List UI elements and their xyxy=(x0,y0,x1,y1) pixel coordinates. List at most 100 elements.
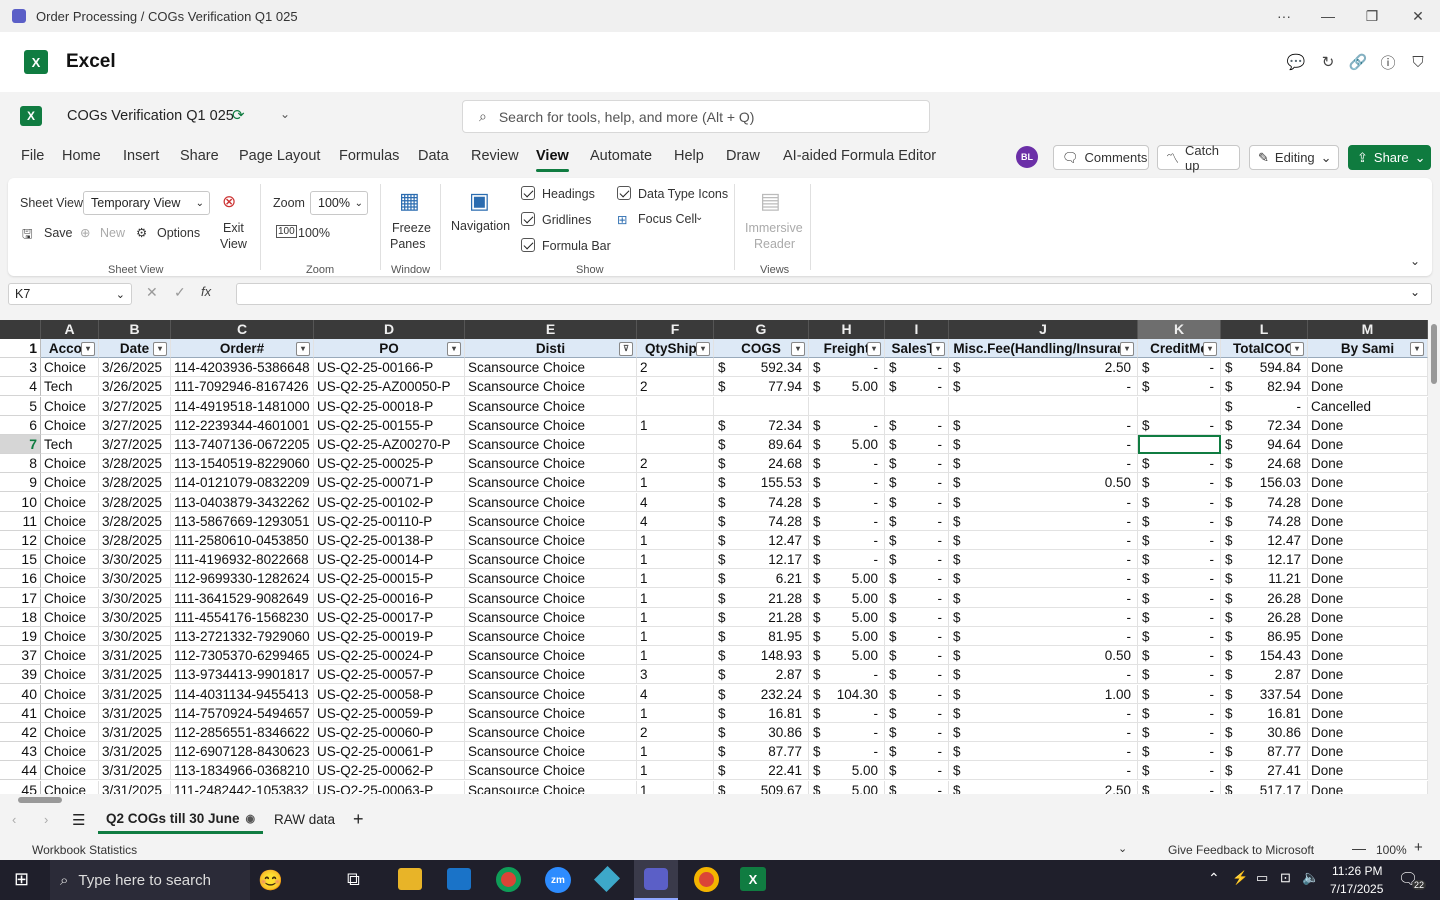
table-cell[interactable]: $ - xyxy=(949,665,1138,685)
tab-review[interactable]: Review xyxy=(471,148,519,164)
table-cell[interactable]: 3 xyxy=(637,665,714,685)
table-cell[interactable]: Done xyxy=(1308,492,1428,512)
table-cell[interactable]: $5.00 xyxy=(809,377,885,397)
row-header[interactable]: 16 xyxy=(0,569,41,589)
table-cell[interactable]: US-Q2-25-00024-P xyxy=(314,646,465,666)
table-cell[interactable]: 111-3641529-9082649 xyxy=(171,588,314,608)
table-cell[interactable]: 112-7305370-6299465 xyxy=(171,646,314,666)
table-cell[interactable]: $89.64 xyxy=(714,435,809,454)
column-title-e[interactable]: Disti ⊽ xyxy=(465,339,637,358)
table-cell[interactable]: $ - xyxy=(885,531,949,550)
clock-time[interactable]: 11:26 PM xyxy=(1332,864,1382,878)
table-cell[interactable]: 1 xyxy=(637,415,714,435)
table-cell[interactable]: 112-9699330-1282624 xyxy=(171,569,314,589)
table-cell[interactable]: $26.28 xyxy=(1221,588,1308,608)
table-cell[interactable]: Done xyxy=(1308,473,1428,493)
table-cell[interactable]: $ - xyxy=(1138,531,1221,550)
column-title-b[interactable]: Date ▾ xyxy=(99,339,171,358)
table-cell[interactable]: Scansource Choice xyxy=(465,435,637,454)
freeze-panes-button-line2[interactable]: Panes xyxy=(390,237,425,251)
table-cell[interactable]: 113-5867669-1293051 xyxy=(171,511,314,531)
table-cell[interactable]: 112-6907128-8430623 xyxy=(171,742,314,762)
table-cell[interactable]: $ - xyxy=(949,492,1138,512)
table-cell[interactable]: $72.34 xyxy=(1221,415,1308,435)
filter-dropdown-icon[interactable]: ▾ xyxy=(153,342,167,356)
table-cell[interactable]: Done xyxy=(1308,627,1428,646)
table-cell[interactable]: $ - xyxy=(809,531,885,550)
filter-dropdown-icon[interactable]: ▾ xyxy=(1290,342,1304,356)
table-cell[interactable]: 1 xyxy=(637,550,714,570)
table-cell[interactable]: $ - xyxy=(1138,454,1221,474)
table-cell[interactable]: US-Q2-25-00015-P xyxy=(314,569,465,589)
table-cell[interactable]: $ - xyxy=(1138,703,1221,723)
table-cell[interactable]: Done xyxy=(1308,588,1428,608)
table-cell[interactable]: Done xyxy=(1308,511,1428,531)
table-cell[interactable]: $30.86 xyxy=(1221,723,1308,742)
table-cell[interactable]: $5.00 xyxy=(809,780,885,794)
zoom-app-icon[interactable]: zm xyxy=(545,867,571,893)
table-cell[interactable]: $155.53 xyxy=(714,473,809,493)
table-cell[interactable]: $5.00 xyxy=(809,569,885,589)
table-cell[interactable]: $ - xyxy=(949,703,1138,723)
table-cell[interactable]: 3/31/2025 xyxy=(99,761,171,781)
chrome-icon[interactable] xyxy=(496,867,521,892)
table-cell[interactable]: Scansource Choice xyxy=(465,531,637,550)
table-cell[interactable]: 3/30/2025 xyxy=(99,569,171,589)
editing-button[interactable]: ✎ Editing ⌄ xyxy=(1249,145,1339,170)
table-cell[interactable]: Done xyxy=(1308,454,1428,474)
table-cell[interactable] xyxy=(637,435,714,454)
table-cell[interactable]: 2 xyxy=(637,723,714,742)
sheet-tab-q2-cogs[interactable]: Q2 COGs till 30 June ◉ xyxy=(98,806,264,834)
table-cell[interactable]: 3/30/2025 xyxy=(99,550,171,570)
column-header-c[interactable]: C xyxy=(171,320,314,339)
table-cell[interactable]: 1 xyxy=(637,473,714,493)
table-cell[interactable]: $87.77 xyxy=(714,742,809,762)
table-cell[interactable] xyxy=(637,396,714,416)
minimize-icon[interactable]: — xyxy=(1306,0,1350,32)
table-cell[interactable]: Choice xyxy=(41,511,99,531)
restore-icon[interactable]: ❐ xyxy=(1350,0,1394,32)
table-cell[interactable]: Done xyxy=(1308,684,1428,704)
table-cell[interactable]: $2.50 xyxy=(949,780,1138,794)
table-cell[interactable]: $337.54 xyxy=(1221,684,1308,704)
table-cell[interactable]: $86.95 xyxy=(1221,627,1308,646)
row-header[interactable]: 44 xyxy=(0,761,41,781)
table-cell[interactable]: Choice xyxy=(41,396,99,416)
share-button[interactable]: ⇪ Share ⌄ xyxy=(1348,145,1431,170)
filter-dropdown-icon[interactable]: ▾ xyxy=(1203,342,1217,356)
table-cell[interactable]: Done xyxy=(1308,780,1428,794)
table-cell[interactable]: $ - xyxy=(1138,492,1221,512)
table-cell[interactable]: $ - xyxy=(949,742,1138,762)
row-header[interactable]: 9 xyxy=(0,473,41,493)
table-cell[interactable]: $ - xyxy=(1221,396,1308,416)
table-cell[interactable]: Done xyxy=(1308,607,1428,627)
column-title-m[interactable]: By Sami ▾ xyxy=(1308,339,1428,358)
tab-home[interactable]: Home xyxy=(62,148,101,164)
table-cell[interactable]: 114-4919518-1481000 xyxy=(171,396,314,416)
table-cell[interactable]: Done xyxy=(1308,569,1428,589)
table-cell[interactable]: US-Q2-25-00019-P xyxy=(314,627,465,646)
column-header-d[interactable]: D xyxy=(314,320,465,339)
table-cell[interactable]: $ - xyxy=(809,358,885,378)
table-cell[interactable]: $517.17 xyxy=(1221,780,1308,794)
table-cell[interactable]: US-Q2-25-00058-P xyxy=(314,684,465,704)
table-cell[interactable]: $82.94 xyxy=(1221,377,1308,397)
table-cell[interactable]: $592.34 xyxy=(714,358,809,378)
row-header[interactable]: 3 xyxy=(0,358,41,378)
table-cell[interactable]: 1 xyxy=(637,761,714,781)
table-cell[interactable]: $ - xyxy=(949,761,1138,781)
table-cell[interactable]: US-Q2-25-AZ00050-P xyxy=(314,377,465,397)
table-cell[interactable]: Done xyxy=(1308,723,1428,742)
column-header-g[interactable]: G xyxy=(714,320,809,339)
table-cell[interactable]: US-Q2-25-00063-P xyxy=(314,780,465,794)
column-header-b[interactable]: B xyxy=(99,320,171,339)
link-icon[interactable]: 🔗 xyxy=(1348,52,1368,72)
all-sheets-icon[interactable]: ☰ xyxy=(72,811,85,829)
table-cell[interactable]: Scansource Choice xyxy=(465,454,637,474)
column-header-e[interactable]: E xyxy=(465,320,637,339)
table-cell[interactable]: $ - xyxy=(885,435,949,454)
row-header[interactable]: 43 xyxy=(0,742,41,762)
table-cell[interactable]: $2.87 xyxy=(1221,665,1308,685)
table-cell[interactable]: $74.28 xyxy=(1221,492,1308,512)
table-cell[interactable]: Scansource Choice xyxy=(465,396,637,416)
